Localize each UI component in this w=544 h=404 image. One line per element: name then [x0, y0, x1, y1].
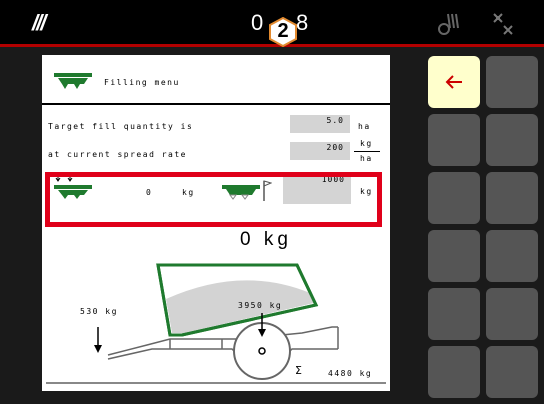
- softkey-5-right[interactable]: [486, 288, 538, 340]
- softkey-2-left[interactable]: [428, 114, 480, 166]
- total-load: 4480 kg: [328, 369, 373, 378]
- softkey-4-right[interactable]: [486, 230, 538, 282]
- softkey-2-right[interactable]: [486, 114, 538, 166]
- large-weight-display: 0 kg: [240, 229, 292, 250]
- target-field[interactable]: 5.0: [290, 115, 350, 133]
- clock-left: 0: [251, 10, 264, 35]
- gps-disconnected-icon: [493, 13, 513, 35]
- tractor-signal-icon: [438, 13, 459, 35]
- rate-label: at current spread rate: [48, 150, 187, 159]
- softkey-3-left[interactable]: [428, 172, 480, 224]
- rate-unit-fraction-line: [354, 151, 380, 152]
- brand-logo: ///: [32, 10, 46, 35]
- target-unit: ha: [358, 122, 371, 131]
- softkey-3-right[interactable]: [486, 172, 538, 224]
- softkey-5-left[interactable]: [428, 288, 480, 340]
- softkey-1-right[interactable]: [486, 56, 538, 108]
- total-sum-symbol: Σ: [295, 364, 302, 377]
- softkey-6-left[interactable]: [428, 346, 480, 398]
- target-label: Target fill quantity is: [48, 122, 194, 131]
- spreader-icon: [54, 73, 92, 89]
- title-divider: [42, 103, 390, 105]
- softkey-6-right[interactable]: [486, 346, 538, 398]
- softkey-4-left[interactable]: [428, 230, 480, 282]
- rate-field[interactable]: 200: [290, 142, 350, 160]
- back-button[interactable]: [428, 56, 480, 108]
- rate-unit-bottom: ha: [360, 154, 373, 163]
- arrow-left-icon: [445, 75, 462, 89]
- rate-unit-top: kg: [360, 139, 373, 148]
- step-badge: 2: [268, 17, 298, 47]
- fill-row-highlight: [45, 172, 382, 227]
- drawbar-load: 530 kg: [80, 307, 118, 316]
- menu-title: Filling menu: [104, 78, 180, 87]
- hopper-load: 3950 kg: [238, 301, 283, 310]
